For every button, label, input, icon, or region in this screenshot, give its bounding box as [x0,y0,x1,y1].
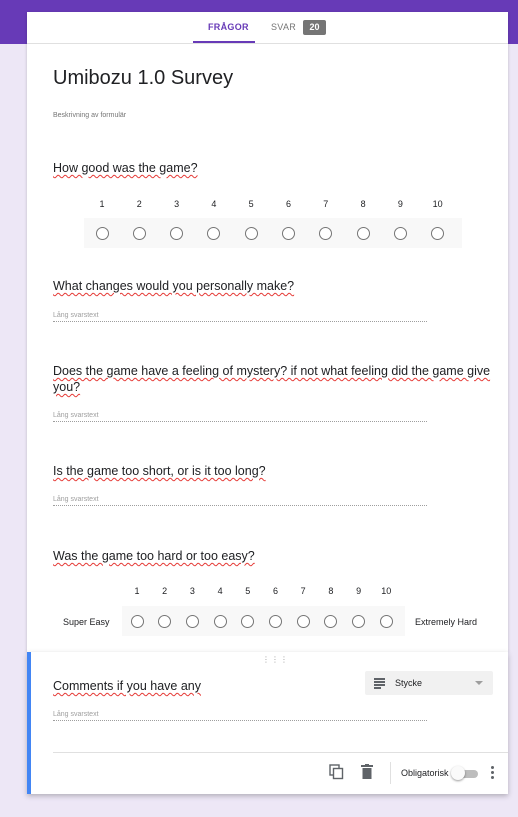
scale-radio-option[interactable] [324,614,338,628]
drag-handle-icon[interactable]: ⋮⋮⋮ [262,655,289,664]
form-title[interactable]: Umibozu 1.0 Survey [53,67,233,90]
scale-radio-option[interactable] [356,226,370,240]
scale-number: 2 [162,586,168,596]
scale-number: 6 [272,586,278,596]
scale-number: 3 [174,199,180,209]
required-label: Obligatorisk [401,768,449,778]
question-title-text: Does the game have a feeling of mystery?… [53,364,491,394]
scale-radio-option[interactable] [269,614,282,628]
paragraph-icon [374,678,385,689]
tab-questions[interactable]: FRÅGOR [208,22,249,32]
scale-number: 9 [397,199,403,209]
form-card: FRÅGOR SVAR 20 Umibozu 1.0 Survey Beskri… [27,12,508,652]
scale-radio-option[interactable] [244,226,258,240]
long-answer-field[interactable]: Lång svarstext [53,496,427,506]
tab-active-indicator [193,41,255,43]
delete-icon[interactable] [361,764,373,779]
question-title-text: Was the game too hard or too easy? [53,549,255,563]
scale-number: 4 [211,199,217,209]
long-answer-field[interactable]: Lång svarstext [53,412,427,422]
scale-radio-option[interactable] [207,226,221,240]
scale-number: 10 [432,199,443,209]
scale-min-label[interactable]: Super Easy [63,617,110,627]
scale-number: 6 [285,199,291,209]
scale-radio-option[interactable] [379,614,393,628]
footer-divider [53,752,508,753]
scale-number: 7 [300,586,306,596]
scale-radio-option[interactable] [431,226,445,240]
scale-radio-option[interactable] [393,226,407,240]
dropdown-caret-icon [475,681,483,685]
required-toggle-knob[interactable] [451,766,465,780]
scale-radio-option[interactable] [282,226,295,240]
answers-count-badge[interactable]: 20 [303,20,326,35]
question-title-text: What changes would you personally make? [53,279,295,293]
question-title-text: Is the game too short, or is it too long… [53,464,266,478]
active-question-card[interactable]: ⋮⋮⋮ Comments if you have any Stycke Lång… [27,652,508,794]
form-description-field[interactable]: Beskrivning av formulär [53,112,126,119]
scale-number: 8 [328,586,334,596]
scale-radio-option[interactable] [296,614,310,628]
question-title[interactable]: Is the game too short, or is it too long… [53,463,266,479]
scale-number: 3 [189,586,195,596]
scale-number: 1 [134,586,140,596]
scale-radio-row [84,218,462,248]
scale-number: 2 [136,199,142,209]
scale-radio-option[interactable] [319,226,333,240]
duplicate-icon[interactable] [329,764,344,780]
scale-radio-option[interactable] [185,614,199,628]
footer-separator [390,762,391,784]
scale-radio-option[interactable] [158,614,172,628]
tab-answers[interactable]: SVAR [271,22,296,32]
scale-radio-option[interactable] [352,614,366,628]
scale-number: 7 [323,199,329,209]
long-answer-field[interactable]: Lång svarstext [53,711,427,721]
scale-number: 4 [217,586,223,596]
scale-radio-option[interactable] [213,614,227,628]
question-title[interactable]: Was the game too hard or too easy? [53,548,255,564]
question-type-select[interactable]: Stycke [365,671,493,695]
scale-radio-row [122,606,405,636]
scale-radio-option[interactable] [95,226,109,240]
scale-radio-option[interactable] [132,226,146,240]
scale-number: 5 [245,586,251,596]
question-title-text: How good was the game? [53,161,198,175]
scale-max-label[interactable]: Extremely Hard [415,617,477,627]
scale-number: 10 [381,586,392,596]
question-type-label: Stycke [395,678,423,688]
scale-number: 5 [248,199,254,209]
question-title[interactable]: How good was the game? [53,160,198,176]
active-question-title[interactable]: Comments if you have any [53,678,201,694]
scale-radio-option[interactable] [170,226,184,240]
scale-number: 8 [360,199,366,209]
scale-number: 9 [356,586,362,596]
scale-radio-option[interactable] [130,614,144,628]
long-answer-field[interactable]: Lång svarstext [53,312,427,322]
tab-bar: FRÅGOR SVAR 20 [27,12,508,44]
more-options-icon[interactable] [491,766,495,780]
question-title[interactable]: What changes would you personally make? [53,278,294,294]
scale-radio-option[interactable] [241,614,255,628]
question-title-text: Comments if you have any [53,679,201,693]
question-title[interactable]: Does the game have a feeling of mystery?… [53,363,493,395]
scale-number: 1 [99,199,105,209]
